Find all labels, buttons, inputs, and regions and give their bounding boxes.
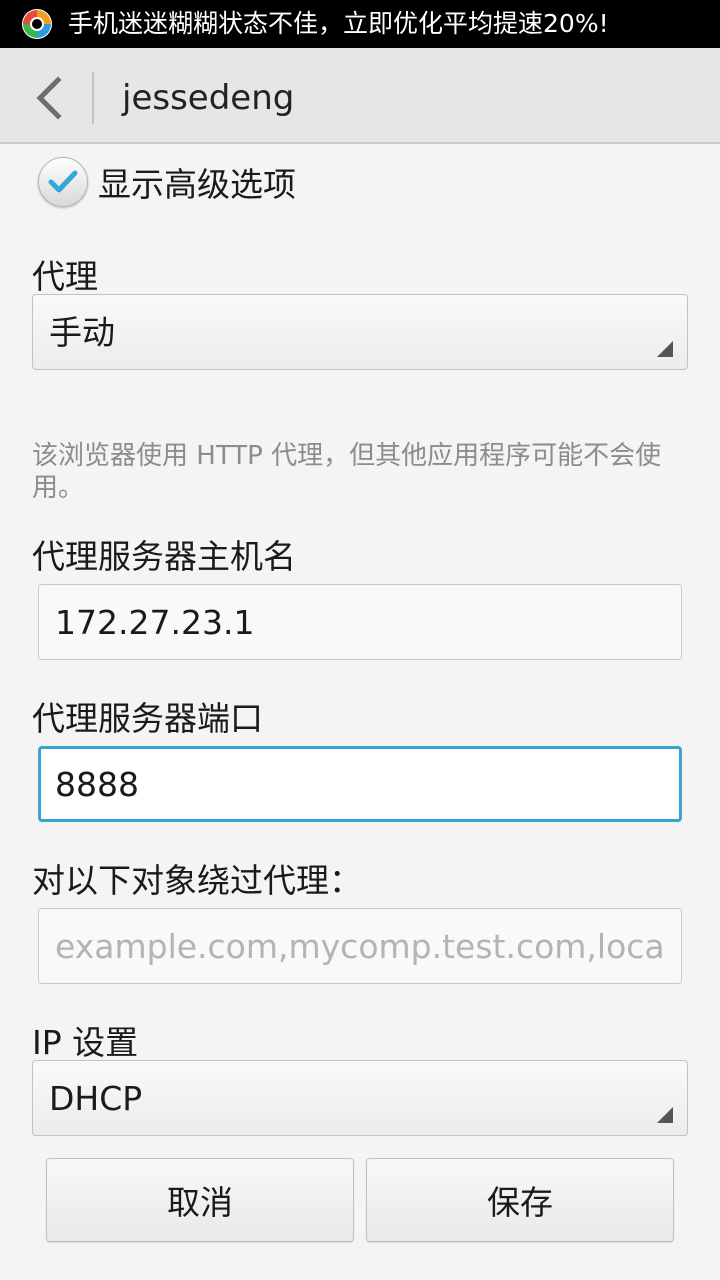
proxy-host-input[interactable] — [38, 584, 682, 660]
app-logo-icon — [22, 9, 52, 39]
proxy-port-label: 代理服务器端口 — [32, 699, 263, 738]
proxy-port-input[interactable] — [38, 746, 682, 822]
cancel-button[interactable]: 取消 — [46, 1158, 354, 1242]
proxy-label: 代理 — [32, 257, 98, 296]
ip-settings-selected-value: DHCP — [49, 1079, 143, 1118]
action-bar: jessedeng — [0, 48, 720, 144]
check-icon — [48, 170, 78, 193]
page-title: jessedeng — [122, 78, 295, 118]
proxy-selected-value: 手动 — [49, 313, 115, 352]
advanced-options-row[interactable]: 显示高级选项 — [38, 154, 296, 210]
proxy-hint-text: 该浏览器使用 HTTP 代理，但其他应用程序可能不会使用。 — [32, 441, 662, 503]
bypass-input[interactable] — [38, 908, 682, 984]
proxy-host-label: 代理服务器主机名 — [32, 537, 296, 576]
advanced-options-checkbox[interactable] — [38, 157, 88, 207]
ip-settings-label: IP 设置 — [32, 1023, 139, 1062]
notification-text[interactable]: 手机迷迷糊糊状态不佳，立即优化平均提速20%! — [68, 0, 609, 48]
chevron-left-icon — [36, 76, 62, 120]
back-button[interactable] — [20, 70, 76, 126]
ip-settings-spinner[interactable]: DHCP — [32, 1060, 688, 1136]
dropdown-arrow-icon — [657, 341, 673, 357]
bypass-label: 对以下对象绕过代理： — [32, 861, 362, 900]
advanced-options-label: 显示高级选项 — [98, 165, 296, 204]
dropdown-arrow-icon — [657, 1107, 673, 1123]
save-button[interactable]: 保存 — [366, 1158, 674, 1242]
proxy-spinner[interactable]: 手动 — [32, 294, 688, 370]
status-bar: 手机迷迷糊糊状态不佳，立即优化平均提速20%! — [0, 0, 720, 48]
action-bar-divider — [92, 72, 94, 124]
